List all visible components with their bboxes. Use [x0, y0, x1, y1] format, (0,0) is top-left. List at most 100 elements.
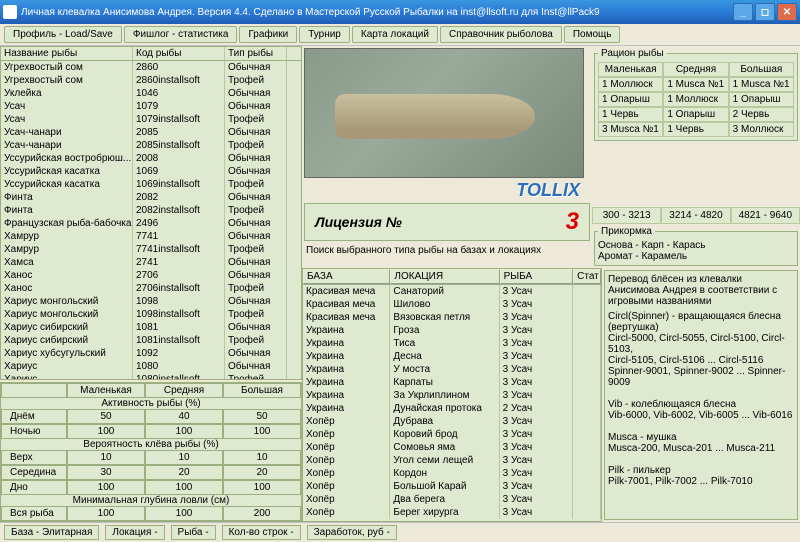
loc-row[interactable]: УкраинаГроза3 Усач [303, 324, 601, 337]
translate-line: Vib - колеблющаяся блесна [608, 399, 794, 410]
menu-item[interactable]: Фишлог - статистика [124, 26, 238, 43]
ration-col: Маленькая [598, 62, 663, 77]
fish-row[interactable]: Уссурийская востробрюш...2008Обычная [1, 152, 301, 165]
loc-row[interactable]: ХопёрСомовья яма3 Усач [303, 441, 601, 454]
loc-row[interactable]: ХопёрУгол семи лещей3 Усач [303, 454, 601, 467]
maximize-button[interactable]: ◻ [755, 3, 775, 21]
app-icon [3, 5, 17, 19]
fish-row[interactable]: Хариус сибирский1081installsoftТрофей [1, 334, 301, 347]
fish-row[interactable]: Усач1079Обычная [1, 100, 301, 113]
loc-row[interactable]: ХопёрКордон3 Усач [303, 467, 601, 480]
translate-line: Circl-5000, Circl-5055, Circl-5100, Circ… [608, 333, 794, 355]
loc-row[interactable]: ХопёрДва берега3 Усач [303, 493, 601, 506]
window-title: Личная клевалка Анисимова Андрея. Версия… [21, 7, 731, 18]
translate-line: Vib-6000, Vib-6002, Vib-6005 ... Vib-601… [608, 410, 794, 421]
range-cell: 3214 - 4820 [661, 207, 730, 224]
fish-row[interactable]: Хамрур7741Обычная [1, 230, 301, 243]
status-baza: База - Элитарная [4, 525, 99, 540]
fish-row[interactable]: Уклейка1046Обычная [1, 87, 301, 100]
ration-col: Средняя [663, 62, 728, 77]
loc-row[interactable]: Красивая мечаСанаторий3 Усач [303, 285, 601, 298]
loc-row[interactable]: ХопёрКоровий брод3 Усач [303, 428, 601, 441]
fish-grid[interactable]: Название рыбы Код рыбы Тип рыбы Угрехвос… [0, 46, 302, 380]
fish-row[interactable]: Хариус хубсугульский1092Обычная [1, 347, 301, 360]
fish-row[interactable]: Французская рыба-бабочка2496Обычная [1, 217, 301, 230]
loc-col[interactable]: ЛОКАЦИЯ [390, 269, 499, 284]
prikormka-legend: Прикормка [598, 226, 655, 237]
stat-row: Ночью100100100 [1, 424, 301, 439]
location-grid[interactable]: БАЗАЛОКАЦИЯРЫБАСтат Красивая мечаСанатор… [302, 268, 602, 522]
fish-row[interactable]: Хариус монгольский1098Обычная [1, 295, 301, 308]
stat-row: Дно100100100 [1, 480, 301, 495]
loc-row[interactable]: УкраинаУ моста3 Усач [303, 363, 601, 376]
size-tabs: Маленькая Средняя Большая [1, 383, 301, 398]
fish-row[interactable]: Хамрур7741installsoftТрофей [1, 243, 301, 256]
status-zar: Заработок, руб - [307, 525, 397, 540]
status-lok: Локация - [105, 525, 164, 540]
fish-row[interactable]: Хамса2741Обычная [1, 256, 301, 269]
tab-small[interactable]: Маленькая [67, 383, 145, 398]
translate-line [608, 454, 794, 465]
loc-row[interactable]: ХопёрБерег хирурга3 Усач [303, 506, 601, 519]
loc-col[interactable]: РЫБА [500, 269, 574, 284]
logo: TOLLIX [304, 178, 590, 203]
fish-row[interactable]: Ханос2706Обычная [1, 269, 301, 282]
loc-row[interactable]: ХопёрДубрава3 Усач [303, 415, 601, 428]
loc-row[interactable]: УкраинаТиса3 Усач [303, 337, 601, 350]
loc-row[interactable]: УкраинаДунайская протока2 Усач [303, 402, 601, 415]
tab-large[interactable]: Большая [223, 383, 301, 398]
ration-row: 1 Моллюск1 Musca №11 Musca №1 [598, 77, 794, 92]
status-ryba: Рыба - [171, 525, 216, 540]
loc-col[interactable]: Стат [573, 269, 601, 284]
fish-row[interactable]: Уссурийская касатка1069Обычная [1, 165, 301, 178]
titlebar: Личная клевалка Анисимова Андрея. Версия… [0, 0, 800, 24]
translate-line: Pilk - пилькер [608, 465, 794, 476]
menu-item[interactable]: Графики [239, 26, 297, 43]
menu-item[interactable]: Турнир [299, 26, 350, 43]
translate-line: Musca - мушка [608, 432, 794, 443]
depth-title: Минимальная глубина ловли (см) [1, 495, 301, 506]
fish-row[interactable]: Усач-чанари2085Обычная [1, 126, 301, 139]
loc-row[interactable]: Красивая мечаШилово3 Усач [303, 298, 601, 311]
fish-row[interactable]: Уссурийская касатка1069installsoftТрофей [1, 178, 301, 191]
fish-row[interactable]: Угрехвостый сом2860installsoftТрофей [1, 74, 301, 87]
stat-row: Верх101010 [1, 450, 301, 465]
fish-row[interactable]: Угрехвостый сом2860Обычная [1, 61, 301, 74]
stat-row: Середина302020 [1, 465, 301, 480]
fish-row[interactable]: Финта2082Обычная [1, 191, 301, 204]
minimize-button[interactable]: _ [733, 3, 753, 21]
translate-line: Spinner-9001, Spinner-9002 ... Spinner-9… [608, 366, 794, 388]
menu-item[interactable]: Карта локаций [352, 26, 438, 43]
fish-row[interactable]: Хариус сибирский1081Обычная [1, 321, 301, 334]
fish-row[interactable]: Усач1079installsoftТрофей [1, 113, 301, 126]
translate-title: Перевод блёсен из клевалки Анисимова Анд… [608, 274, 794, 307]
menu-item[interactable]: Профиль - Load/Save [4, 26, 122, 43]
prikormka-base: Основа - Карп - Карась [598, 240, 794, 251]
menu-item[interactable]: Справочник рыболова [440, 26, 562, 43]
stat-row: Днём504050 [1, 409, 301, 424]
fish-row[interactable]: Ханос2706installsoftТрофей [1, 282, 301, 295]
fish-row[interactable]: Хариус1080installsoftТрофей [1, 373, 301, 380]
menu-item[interactable]: Помощь [564, 26, 621, 43]
loc-row[interactable]: УкраинаДесна3 Усач [303, 350, 601, 363]
loc-row[interactable]: УкраинаЗа Укрлиплином3 Усач [303, 389, 601, 402]
fish-row[interactable]: Финта2082installsoftТрофей [1, 204, 301, 217]
statusbar: База - Элитарная Локация - Рыба - Кол-во… [0, 522, 800, 542]
close-button[interactable]: ✕ [777, 3, 797, 21]
loc-row[interactable]: Красивая мечаВязовская петля3 Усач [303, 311, 601, 324]
ration-col: Большая [729, 62, 794, 77]
loc-row[interactable]: ХопёрБольшой Карай3 Усач [303, 480, 601, 493]
col-fish-type[interactable]: Тип рыбы [225, 47, 287, 60]
tab-medium[interactable]: Средняя [145, 383, 223, 398]
loc-col[interactable]: БАЗА [303, 269, 390, 284]
col-fish-code[interactable]: Код рыбы [133, 47, 225, 60]
fish-row[interactable]: Хариус1080Обычная [1, 360, 301, 373]
loc-row[interactable]: УкраинаКарпаты3 Усач [303, 376, 601, 389]
translate-line: Circl(Spinner) - вращающаяся блесна (вер… [608, 311, 794, 333]
fish-row[interactable]: Усач-чанари2085installsoftТрофей [1, 139, 301, 152]
stats-box: Маленькая Средняя Большая Активность рыб… [0, 382, 302, 522]
status-kol: Кол-во строк - [222, 525, 301, 540]
translate-line [608, 421, 794, 432]
fish-row[interactable]: Хариус монгольский1098installsoftТрофей [1, 308, 301, 321]
col-fish-name[interactable]: Название рыбы [1, 47, 133, 60]
